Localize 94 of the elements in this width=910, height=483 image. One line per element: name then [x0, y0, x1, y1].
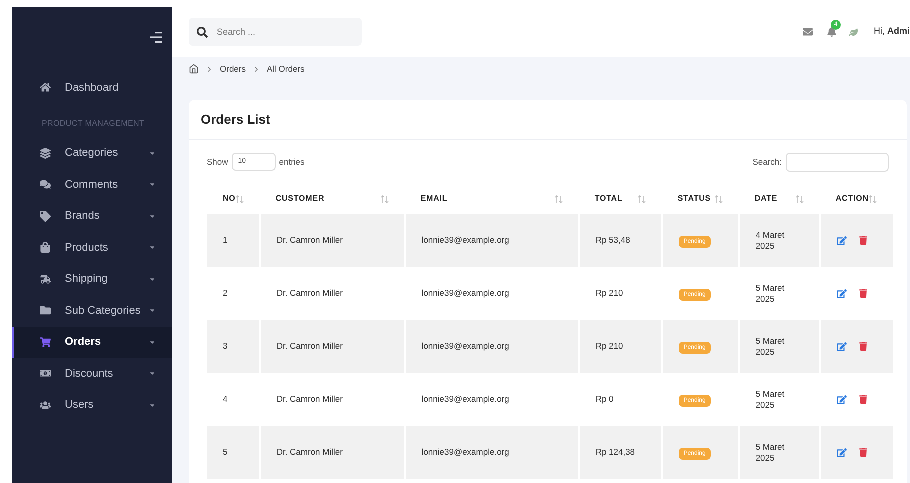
search-label: Search:	[752, 156, 782, 168]
sort-arrows-icon[interactable]	[638, 194, 646, 204]
sidebar-item[interactable]: Sub Categories	[12, 295, 172, 326]
edit-icon[interactable]	[836, 342, 847, 352]
table-cell: lonnie39@example.org	[404, 267, 579, 320]
section-label: PRODUCT MANAGEMENT	[41, 118, 146, 130]
trash-icon[interactable]	[858, 289, 868, 298]
table-cell: Rp 0	[578, 373, 662, 426]
sidebar-item[interactable]: Dashboard	[12, 72, 172, 104]
home-icon[interactable]	[189, 64, 199, 74]
sidebar-item[interactable]: Categories	[12, 138, 172, 169]
trash-icon[interactable]	[858, 395, 868, 404]
table-cell: Dr. Camron Miller	[260, 214, 405, 267]
sort-arrows-icon[interactable]	[380, 194, 389, 204]
caret-icon	[149, 212, 156, 220]
mail-icon[interactable]	[803, 27, 813, 37]
column-header[interactable]: CUSTOMER	[276, 193, 325, 205]
table-cell: Dr. Camron Miller	[260, 426, 405, 479]
caret-icon	[149, 370, 156, 378]
entries-label: entries	[279, 156, 305, 168]
breadcrumb-link[interactable]: All Orders	[266, 62, 305, 76]
column-header[interactable]: DATE	[754, 193, 778, 205]
table-search-field[interactable]	[786, 152, 889, 172]
caret-icon	[149, 181, 156, 188]
trash-icon[interactable]	[858, 448, 868, 457]
chat-bubbles-icon	[40, 179, 51, 190]
edit-icon[interactable]	[836, 236, 847, 246]
menu-icon[interactable]	[150, 32, 162, 43]
edit-icon[interactable]	[836, 394, 847, 404]
edit-icon[interactable]	[836, 448, 847, 458]
table-cell: 5 Maret 2025	[738, 267, 820, 320]
table-cell: 4 Maret 2025	[738, 214, 820, 267]
caret-icon	[149, 150, 156, 157]
bag-icon	[40, 242, 51, 254]
table-cell: Rp 210	[578, 267, 662, 320]
truck-icon	[40, 274, 51, 285]
breadcrumb-link[interactable]: Orders	[220, 62, 246, 76]
table-cell: 5	[207, 426, 260, 479]
table-cell: Dr. Camron Miller	[260, 267, 405, 320]
table-cell: Dr. Camron Miller	[260, 373, 405, 426]
table-cell: Rp 53,48	[578, 214, 662, 267]
table-cell: Dr. Camron Miller	[260, 320, 405, 373]
caret-icon	[149, 307, 156, 314]
user-greeting[interactable]: Hi, Admi	[874, 25, 910, 39]
table-cell: lonnie39@example.org	[404, 426, 579, 479]
sidebar-item[interactable]: Users	[12, 390, 172, 421]
table-cell: 5 Maret 2025	[738, 373, 820, 426]
tag-icon	[40, 210, 51, 222]
sort-arrows-icon[interactable]	[554, 194, 563, 204]
table-cell: 3	[207, 320, 260, 373]
search-field[interactable]: Search ...	[189, 18, 362, 46]
table-cell: 5 Maret 2025	[738, 320, 820, 373]
home-icon	[40, 82, 51, 94]
column-header[interactable]: TOTAL	[594, 193, 623, 205]
caret-icon	[149, 402, 156, 409]
table-cell: lonnie39@example.org	[404, 373, 579, 426]
table-cell: 4	[207, 373, 260, 426]
sidebar-item[interactable]: Products	[12, 232, 172, 264]
table-cell: Rp 124,38	[578, 426, 662, 479]
sidebar-item[interactable]: Comments	[12, 169, 172, 200]
sidebar-item[interactable]: Brands	[12, 200, 172, 232]
sort-arrows-icon[interactable]	[236, 194, 244, 204]
layers-icon	[40, 148, 51, 159]
trash-icon[interactable]	[858, 236, 868, 245]
column-header[interactable]: NO	[223, 193, 236, 205]
caret-icon	[149, 244, 156, 252]
caret-icon	[149, 338, 156, 346]
sort-arrows-icon[interactable]	[796, 194, 804, 204]
table-cell: 1	[207, 214, 260, 267]
trash-icon[interactable]	[858, 342, 868, 351]
folder-icon	[40, 305, 51, 316]
sort-arrows-icon[interactable]	[714, 194, 723, 204]
cart-icon	[40, 336, 51, 348]
edit-icon[interactable]	[836, 288, 847, 298]
card-title: Orders List	[201, 110, 270, 129]
sidebar-item[interactable]: Discounts	[12, 358, 172, 390]
sidebar-item[interactable]: Orders	[12, 326, 172, 358]
users-icon	[40, 400, 51, 411]
table-cell: 2	[207, 267, 260, 320]
column-header[interactable]: EMAIL	[420, 193, 448, 205]
column-header[interactable]: ACTION	[836, 193, 869, 205]
leaf-icon[interactable]	[849, 28, 858, 36]
table-cell: lonnie39@example.org	[404, 320, 579, 373]
banknote-icon	[40, 368, 51, 380]
table-cell: Rp 210	[578, 320, 662, 373]
show-label: Show	[207, 156, 228, 168]
chevron-icon	[205, 64, 214, 74]
sidebar-item[interactable]: Shipping	[12, 264, 172, 295]
table-cell: 5 Maret 2025	[738, 426, 820, 479]
search-icon	[197, 26, 208, 38]
table-cell: lonnie39@example.org	[404, 214, 579, 267]
sort-arrows-icon[interactable]	[868, 194, 877, 204]
caret-icon	[149, 276, 156, 283]
column-header[interactable]: STATUS	[678, 193, 712, 205]
